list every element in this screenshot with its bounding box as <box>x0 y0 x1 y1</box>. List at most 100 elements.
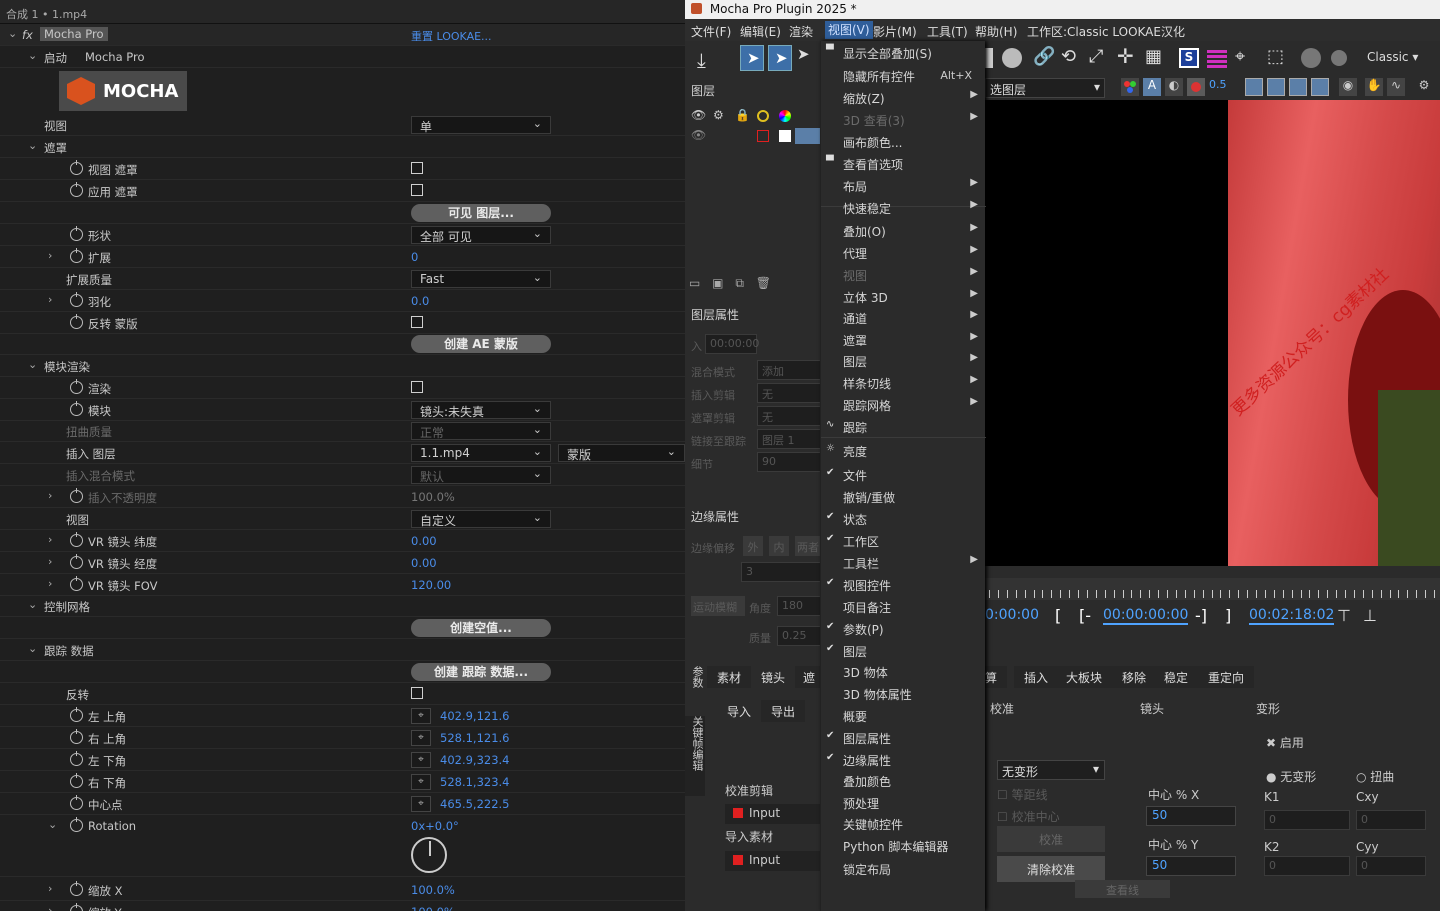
layer-prop-field[interactable]: 90 <box>757 452 821 472</box>
keyframe-icon[interactable]: ⊤ <box>1337 606 1351 625</box>
stopwatch-icon[interactable] <box>70 576 83 591</box>
curve-icon[interactable]: ∿ <box>1387 78 1405 96</box>
prop-checkbox[interactable] <box>411 316 423 328</box>
stopwatch-icon[interactable] <box>70 707 83 722</box>
menu-item[interactable]: ✔ 图层 <box>821 639 986 661</box>
out-timecode[interactable]: 00:02:18:02 <box>1249 607 1335 625</box>
bottom-tab[interactable]: 算 <box>985 666 1008 688</box>
alpha-icon[interactable]: A <box>1143 78 1161 96</box>
menu-item[interactable]: 快速稳定 ▶ <box>821 196 986 218</box>
range-icon[interactable]: ⊥ <box>1363 606 1377 625</box>
hand-icon[interactable]: ✋ <box>1365 78 1383 96</box>
prop-value[interactable]: 465.5,222.5 <box>440 797 510 811</box>
fx-links[interactable]: 重置 LOOKAE... <box>411 28 492 44</box>
angle-field[interactable]: 180 <box>777 596 821 616</box>
crosshair-icon[interactable]: ⌖ <box>411 708 431 724</box>
prop-dropdown[interactable]: 1.1.mp4 ⌄ <box>411 444 551 462</box>
prop-checkbox[interactable] <box>411 687 423 699</box>
isoline-checkbox[interactable]: ☐ 等距线 <box>997 786 1048 803</box>
stopwatch-icon[interactable] <box>70 729 83 744</box>
quality-field[interactable]: 0.25 <box>777 626 821 646</box>
prop-value[interactable]: 0.00 <box>411 556 437 570</box>
select-tool-button[interactable]: ➤ <box>740 45 764 71</box>
trash-icon[interactable]: 🗑 <box>756 276 771 290</box>
set-in-icon[interactable]: [- <box>1079 606 1091 625</box>
chevron-right-icon[interactable]: › <box>48 533 52 546</box>
stopwatch-icon[interactable] <box>70 773 83 788</box>
grid-view-icon[interactable] <box>1311 78 1329 96</box>
tool-icon-2[interactable] <box>1002 48 1022 68</box>
layer-color-swatch[interactable] <box>757 130 769 142</box>
monitor-icon[interactable] <box>1245 78 1263 96</box>
menu-item[interactable]: ✔ 图层属性 <box>821 726 986 748</box>
stopwatch-icon[interactable] <box>70 488 83 503</box>
stopwatch-icon[interactable] <box>70 314 83 329</box>
menu-item[interactable]: 布局 ▶ <box>821 174 986 196</box>
bottom-tab[interactable]: 插入 <box>1014 666 1059 688</box>
prop-value[interactable]: 0.0 <box>411 294 429 308</box>
prop-checkbox[interactable] <box>411 162 423 174</box>
bounding-icon[interactable]: ⬚ <box>1267 46 1284 67</box>
rotate-icon[interactable]: ⟲ <box>1061 46 1076 67</box>
eye-icon[interactable]: 👁 <box>691 128 706 142</box>
chevron-down-icon[interactable]: ⌄ <box>8 27 17 40</box>
layer-prop-field[interactable]: 添加 <box>757 360 821 380</box>
color-icon[interactable] <box>757 110 769 122</box>
outer-button[interactable]: 外 <box>743 536 763 556</box>
menu-item[interactable]: ▀ 查看首选项 <box>821 152 986 174</box>
stopwatch-icon[interactable] <box>70 795 83 810</box>
duplicate-icon[interactable]: ⧉ <box>735 276 744 290</box>
menu-item[interactable]: 立体 3D ▶ <box>821 285 986 307</box>
menu-item[interactable]: 跟踪网格 ▶ <box>821 393 986 415</box>
tab-clip[interactable]: 素材 <box>707 666 752 688</box>
prop-value[interactable]: 402.9,121.6 <box>440 709 510 723</box>
menu-item[interactable]: ✔ 工作区 <box>821 529 986 551</box>
both-button[interactable]: 两者 <box>795 536 821 556</box>
clear-calibration-button[interactable]: 清除校准 <box>997 856 1105 882</box>
prop-button[interactable]: 创建空值... <box>411 619 551 637</box>
menu-0[interactable]: 文件(F) <box>691 23 731 40</box>
fx-name[interactable]: Mocha Pro <box>40 27 108 41</box>
menu-item[interactable]: ✔ 状态 <box>821 507 986 529</box>
menu-3[interactable]: 视图(V) <box>825 21 873 39</box>
stopwatch-icon[interactable] <box>70 248 83 263</box>
layer-row[interactable] <box>795 128 821 144</box>
layer-prop-field[interactable]: 无 <box>757 383 821 403</box>
prop-value[interactable]: 402.9,323.4 <box>440 753 510 767</box>
tool-icon-1[interactable] <box>985 48 993 68</box>
out-bracket-icon[interactable]: ] <box>1225 606 1231 625</box>
chevron-right-icon[interactable]: › <box>48 555 52 568</box>
prop-value[interactable]: 528.1,323.4 <box>440 775 510 789</box>
prop-value[interactable]: 100.0% <box>411 490 455 504</box>
monitor2-icon[interactable] <box>1267 78 1285 96</box>
viewer-image[interactable]: 更多资源公众号：cg素材社 <box>1228 100 1440 566</box>
clip-input-item[interactable]: Input <box>725 804 820 824</box>
crosshair-icon[interactable]: ⌖ <box>1235 46 1245 67</box>
sphere-icon[interactable] <box>1301 48 1321 68</box>
add-folder-icon[interactable]: ▭ <box>689 276 700 290</box>
bottom-tab[interactable]: 重定向 <box>1198 666 1255 688</box>
menu-item[interactable]: 画布颜色... <box>821 130 986 152</box>
stopwatch-icon[interactable] <box>70 160 83 175</box>
prop-dropdown[interactable]: 全部 可见 ⌄ <box>411 226 551 244</box>
layer-prop-field[interactable]: 00:00:00 <box>705 334 759 354</box>
prop-value[interactable]: 100.0% <box>411 883 455 897</box>
chevron-right-icon[interactable]: › <box>48 577 52 590</box>
edge-value-field[interactable]: 3 <box>741 562 821 582</box>
menu-5[interactable]: 工具(T) <box>927 23 968 40</box>
chevron-right-icon[interactable]: › <box>48 293 52 306</box>
calibrate-button[interactable]: 校准 <box>997 826 1105 852</box>
clip-input-item[interactable]: Input <box>725 851 820 871</box>
menu-item[interactable]: ✔ 边缘属性 <box>821 748 986 770</box>
prop-dropdown[interactable]: 正常 ⌄ <box>411 422 551 440</box>
eye-icon[interactable]: 👁 <box>691 108 706 122</box>
chevron-down-icon[interactable]: ⌄ <box>48 818 57 831</box>
center-y-field[interactable]: 50 <box>1146 856 1236 876</box>
move-icon[interactable]: ✛ <box>1117 44 1134 68</box>
menu-item[interactable]: 撤销/重做 <box>821 485 986 507</box>
motion-blur-button[interactable]: 运动模糊 <box>691 596 745 616</box>
bottom-tab[interactable]: 大板块 <box>1056 666 1113 688</box>
select-b-tool-button[interactable]: ➤ <box>768 45 792 71</box>
menu-item[interactable]: 项目备注 <box>821 595 986 617</box>
menu-item[interactable]: 概要 <box>821 704 986 726</box>
